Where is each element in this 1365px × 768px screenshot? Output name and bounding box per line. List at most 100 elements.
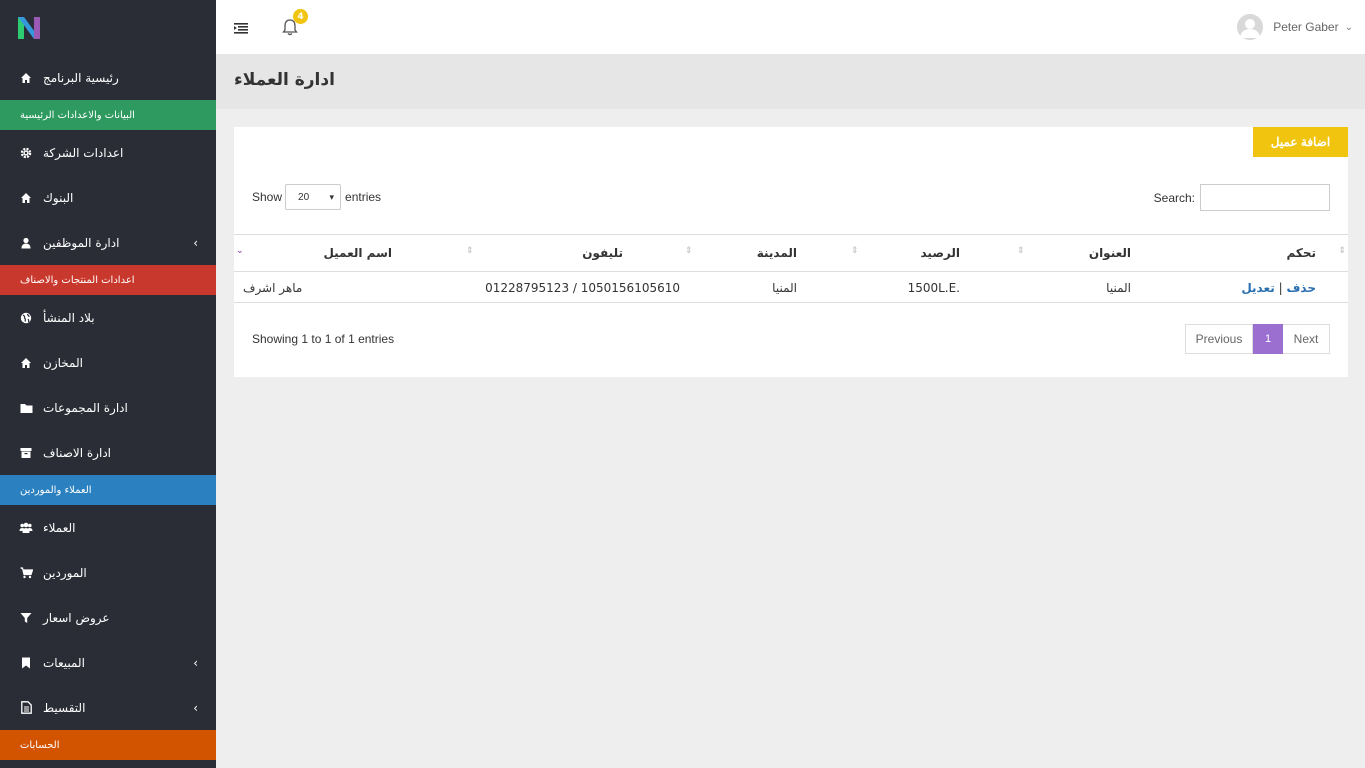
search-control: Search: [1154,184,1330,211]
chevron-left-icon: ‹ [193,236,198,250]
sidebar-item-label: المبيعات [43,655,85,670]
sidebar-item-warehouses[interactable]: المخازن [0,340,216,385]
cell-balance: 1500L.E. [849,271,1015,303]
page-1-button[interactable]: 1 [1253,324,1283,354]
sidebar-item-company-settings[interactable]: اعدادات الشركة [0,130,216,175]
customer-name: ماهر اشرف [243,281,303,295]
sidebar-item-label: اعدادات الشركة [43,145,124,160]
column-header-city[interactable]: ⇕ المدينة [683,234,849,272]
gear-icon [19,146,33,160]
sidebar-item-home[interactable]: رئيسية البرنامج [0,55,216,100]
sidebar-item-label: ادارة الاصناف [43,445,111,460]
chevron-left-icon: ‹ [193,701,198,715]
customer-address: المنيا [1106,281,1131,295]
column-header-label: تحكم [1286,246,1316,260]
column-header-name[interactable]: ⌄ اسم العميل [234,234,464,272]
avatar [1237,14,1264,40]
sort-icon: ⇕ [1017,246,1025,256]
home-icon [19,71,33,85]
column-header-label: اسم العميل [323,246,392,260]
cell-phone: 01228795123 / 1050156105610 [464,271,683,303]
pagination: Previous 1 Next [1185,324,1330,354]
column-header-phone[interactable]: ⇕ تليفون [464,234,683,272]
user-name: Peter Gaber [1273,20,1339,34]
cell-city: المنيا [683,271,849,303]
column-header-balance[interactable]: ⇕ الرصيد [849,234,1015,272]
customer-balance: 1500L.E. [907,281,960,295]
customers-card: اضافة عميل Show 20 ▾ entries Search: ⌄ ا… [234,127,1348,377]
sidebar-item-label: التقسيط [43,700,86,715]
filter-icon [19,611,33,625]
cart-icon [19,566,33,580]
sidebar-item-groups[interactable]: ادارة المجموعات [0,385,216,430]
user-menu[interactable]: Peter Gaber ⌄ [1237,14,1353,40]
menu-toggle-icon[interactable] [234,20,248,34]
column-header-label: تليفون [582,246,623,260]
globe-icon [19,311,33,325]
sidebar-section-products: اعدادات المنتجات والاصناف [0,265,216,295]
sidebar-item-label: بلاد المنشأ [43,310,95,325]
cell-control: حذف | تعديل [1193,271,1348,303]
sidebar-item-label: العملاء [43,520,76,535]
sidebar-item-label: المخازن [43,355,83,370]
column-header-address[interactable]: ⇕ العنوان [1015,234,1193,272]
cell-address: المنيا [1015,271,1193,303]
search-input[interactable] [1200,184,1330,211]
control-separator: | [1278,281,1283,295]
sidebar: رئيسية البرنامج البيانات والاعدادات الرئ… [0,0,216,768]
column-header-label: العنوان [1088,246,1131,260]
next-page-button[interactable]: Next [1283,324,1330,354]
logo-icon [18,16,40,39]
sidebar-item-banks[interactable]: البنوك [0,175,216,220]
column-header-label: الرصيد [920,246,960,260]
sidebar-item-label: ادارة الموظفين [43,235,120,250]
document-icon [19,701,33,715]
sidebar-item-countries[interactable]: بلاد المنشأ [0,295,216,340]
sort-icon: ⇕ [466,246,474,256]
sort-active-icon: ⌄ [236,246,244,256]
cell-name: ماهر اشرف [234,271,464,303]
add-customer-button[interactable]: اضافة عميل [1253,127,1348,157]
home-icon [19,356,33,370]
table-row: ماهر اشرف 01228795123 / 1050156105610 ال… [234,271,1348,303]
customer-city: المنيا [772,281,797,295]
delete-link[interactable]: حذف [1286,281,1316,295]
sidebar-section-customers-suppliers: العملاء والموردين [0,475,216,505]
column-header-label: المدينة [756,246,797,260]
show-label: Show [252,190,283,204]
sidebar-item-employees[interactable]: ادارة الموظفين ‹ [0,220,216,265]
table-header-row: ⌄ اسم العميل ⇕ تليفون ⇕ المدينة ⇕ الرصيد… [234,234,1348,272]
sidebar-item-sales[interactable]: المبيعات ‹ [0,640,216,685]
sort-icon: ⇕ [851,246,859,256]
page-length-select[interactable]: 20 ▾ [285,184,342,210]
sidebar-item-suppliers[interactable]: الموردين [0,550,216,595]
app-logo[interactable] [0,0,216,55]
table-info: Showing 1 to 1 of 1 entries [252,332,395,346]
sidebar-item-installments[interactable]: التقسيط ‹ [0,685,216,730]
folder-icon [19,401,33,415]
sidebar-item-items[interactable]: ادارة الاصناف [0,430,216,475]
customers-table: ⌄ اسم العميل ⇕ تليفون ⇕ المدينة ⇕ الرصيد… [234,234,1348,303]
search-label: Search: [1153,190,1195,205]
edit-link[interactable]: تعديل [1241,281,1274,295]
sidebar-section-accounts: الحسابات [0,730,216,760]
customer-phone: 01228795123 / 1050156105610 [485,281,680,295]
page-length-control: Show 20 ▾ entries [252,184,381,210]
archive-icon [19,446,33,460]
column-header-control[interactable]: ⇕ تحكم [1193,234,1348,272]
sidebar-item-label: الموردين [43,565,87,580]
previous-page-button[interactable]: Previous [1185,324,1253,354]
page-title: ادارة العملاء [234,70,335,90]
select-arrow-icon: ▾ [329,191,335,202]
chevron-down-icon: ⌄ [1344,21,1353,33]
sidebar-item-quotations[interactable]: عروض اسعار [0,595,216,640]
top-navbar: 4 Peter Gaber ⌄ [216,0,1365,54]
sidebar-item-customers[interactable]: العملاء [0,505,216,550]
page-length-value: 20 [298,191,310,203]
entries-label: entries [345,190,382,204]
sidebar-section-main-settings: البيانات والاعدادات الرئيسية [0,100,216,130]
sidebar-item-label: رئيسية البرنامج [43,70,119,85]
chevron-left-icon: ‹ [193,656,198,670]
home-icon [19,191,33,205]
sidebar-item-label: البنوك [43,190,74,205]
